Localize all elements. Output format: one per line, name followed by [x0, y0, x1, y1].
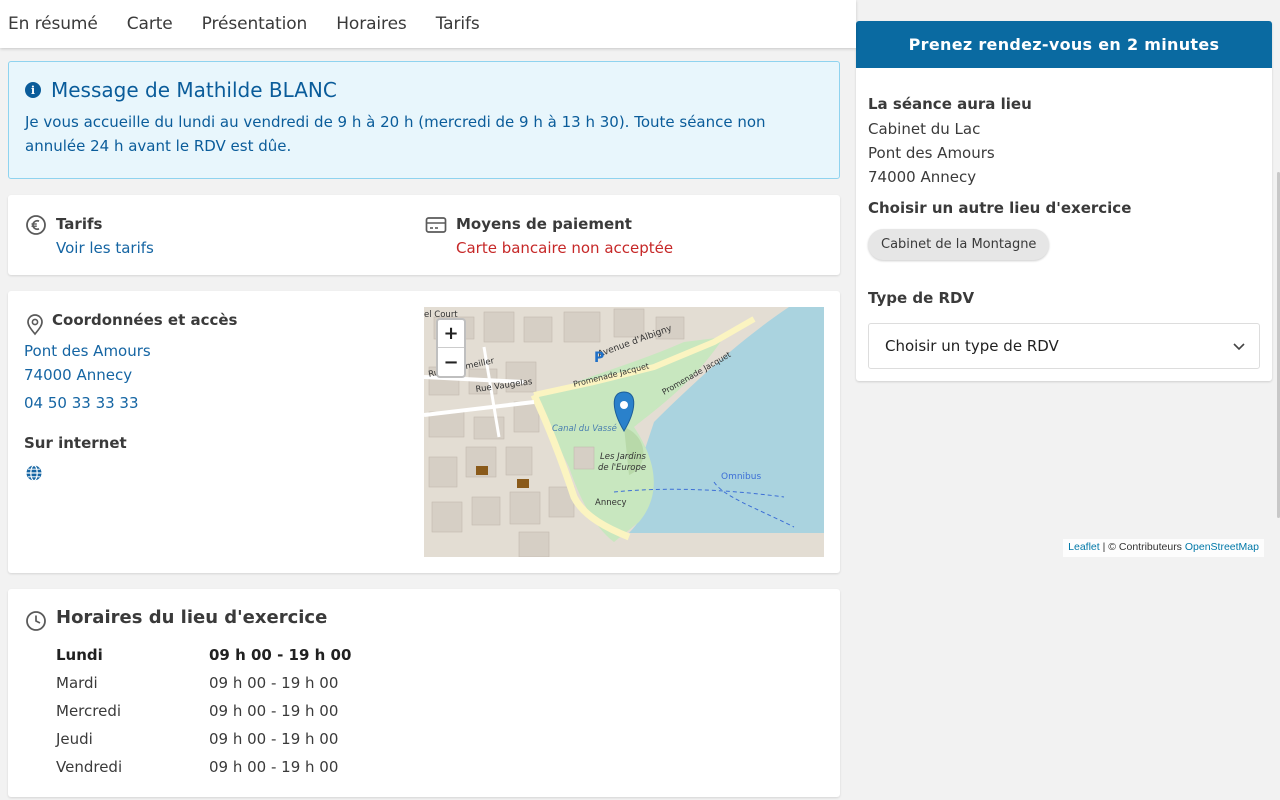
top-nav: En résumé Carte Présentation Horaires Ta… [0, 0, 856, 48]
booking-header[interactable]: Prenez rendez-vous en 2 minutes [856, 21, 1272, 68]
hours-time: 09 h 00 - 19 h 00 [209, 674, 339, 692]
tab-en-resume[interactable]: En résumé [8, 14, 98, 34]
address-line2[interactable]: 74000 Annecy [24, 363, 132, 387]
table-row: Mardi 09 h 00 - 19 h 00 [56, 669, 351, 697]
booking-panel: Prenez rendez-vous en 2 minutes La séanc… [856, 21, 1272, 381]
tab-tarifs[interactable]: Tarifs [436, 14, 480, 34]
info-icon: i [25, 82, 41, 98]
map-attribution: Leaflet | © Contributeurs OpenStreetMap [1063, 539, 1264, 557]
location-pin-icon [24, 313, 46, 337]
map-zoom-control: + − [436, 318, 466, 378]
hours-time: 09 h 00 - 19 h 00 [209, 646, 352, 664]
cabinet-address-line1: Pont des Amours [868, 144, 995, 162]
tab-presentation[interactable]: Présentation [202, 14, 308, 34]
chevron-down-icon [1233, 343, 1245, 351]
internet-label: Sur internet [24, 434, 127, 452]
table-row: Vendredi 09 h 00 - 19 h 00 [56, 753, 351, 781]
osm-link[interactable]: OpenStreetMap [1185, 541, 1259, 553]
clock-icon [24, 609, 48, 633]
payment-card: Tarifs Voir les tarifs Moyens de paiemen… [8, 195, 840, 275]
table-row: Jeudi 09 h 00 - 19 h 00 [56, 725, 351, 753]
tab-carte[interactable]: Carte [127, 14, 173, 34]
payment-methods-label: Moyens de paiement [456, 215, 632, 233]
hours-day: Vendredi [56, 758, 123, 776]
svg-text:Omnibus: Omnibus [721, 472, 761, 482]
hours-day: Mardi [56, 674, 98, 692]
euro-icon [24, 213, 48, 237]
appointment-type-value: Choisir un type de RDV [885, 337, 1059, 355]
payment-methods-value: Carte bancaire non acceptée [456, 239, 674, 257]
appointment-type-label: Type de RDV [868, 289, 975, 307]
svg-text:Annecy: Annecy [595, 498, 627, 508]
table-row: Lundi 09 h 00 - 19 h 00 [56, 641, 351, 669]
hours-time: 09 h 00 - 19 h 00 [209, 758, 339, 776]
hours-card: Horaires du lieu d'exercice Lundi 09 h 00… [8, 589, 840, 797]
session-location-label: La séance aura lieu [868, 95, 1032, 113]
attribution-text: | © Contributeurs [1099, 541, 1185, 553]
table-row: Mercredi 09 h 00 - 19 h 00 [56, 697, 351, 725]
svg-text:Canal du Vassé: Canal du Vassé [552, 423, 617, 434]
message-text: Je vous accueille du lundi au vendredi d… [25, 113, 766, 155]
leaflet-link[interactable]: Leaflet [1068, 541, 1100, 553]
hours-time: 09 h 00 - 19 h 00 [209, 730, 339, 748]
phone-link[interactable]: 04 50 33 33 33 [24, 391, 139, 415]
voir-tarifs-link[interactable]: Voir les tarifs [56, 235, 154, 261]
cabinet-address-line2: 74000 Annecy [868, 168, 977, 186]
globe-icon[interactable] [24, 463, 44, 483]
tarifs-block: Tarifs Voir les tarifs [56, 213, 154, 261]
address-line1[interactable]: Pont des Amours [24, 339, 151, 363]
svg-text:Les Jardins: Les Jardins [600, 452, 646, 462]
svg-text:P: P [594, 350, 604, 366]
other-location-chip[interactable]: Cabinet de la Montagne [868, 229, 1050, 260]
hours-day: Jeudi [56, 730, 93, 748]
hours-time: 09 h 00 - 19 h 00 [209, 702, 339, 720]
other-location-label: Choisir un autre lieu d'exercice [868, 199, 1132, 217]
appointment-type-select[interactable]: Choisir un type de RDV [868, 323, 1260, 369]
svg-text:de l'Europe: de l'Europe [598, 463, 646, 473]
hours-title: Horaires du lieu d'exercice [56, 607, 328, 628]
zoom-out-button[interactable]: − [438, 348, 464, 376]
message-title: Message de Mathilde BLANC [51, 78, 337, 102]
location-map[interactable]: Avenue d'Albigny Promenade Jacquet Prome… [424, 307, 824, 557]
tarifs-label: Tarifs [56, 215, 103, 233]
message-header: i Message de Mathilde BLANC [25, 76, 823, 104]
tab-horaires[interactable]: Horaires [336, 14, 407, 34]
payment-methods-block: Moyens de paiement Carte bancaire non ac… [456, 213, 673, 261]
zoom-in-button[interactable]: + [438, 320, 464, 348]
contact-title: Coordonnées et accès [52, 311, 238, 329]
hours-day: Mercredi [56, 702, 122, 720]
credit-card-icon [424, 213, 448, 237]
cabinet-name: Cabinet du Lac [868, 120, 981, 138]
hours-table: Lundi 09 h 00 - 19 h 00 Mardi 09 h 00 - 19… [56, 641, 351, 781]
practitioner-message: i Message de Mathilde BLANC Je vous accu… [8, 61, 840, 179]
hours-day: Lundi [56, 646, 103, 664]
